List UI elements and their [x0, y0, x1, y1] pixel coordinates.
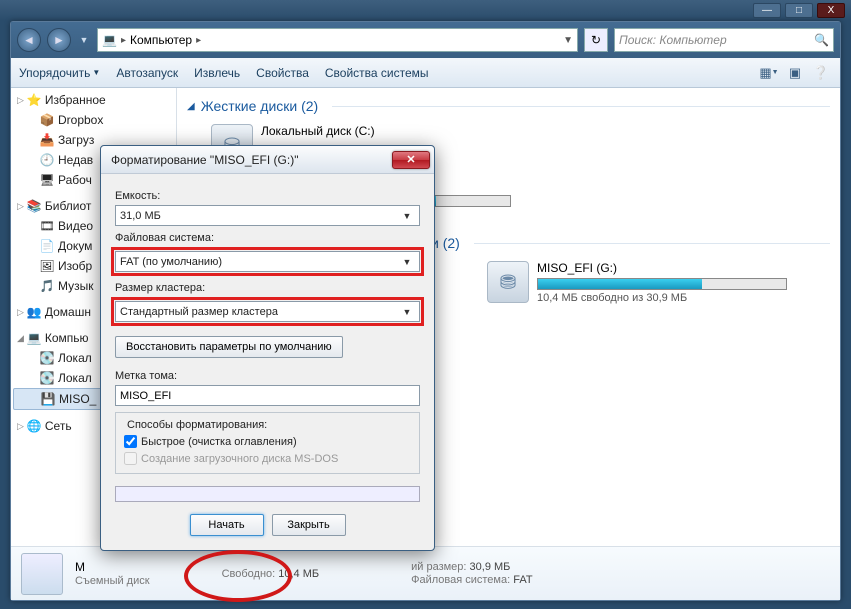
drive-icon: 💽 [39, 370, 55, 386]
refresh-button[interactable]: ↻ [584, 28, 608, 52]
computer-icon: 💻 [27, 331, 42, 345]
drive-icon: 💽 [39, 350, 55, 366]
restore-defaults-button[interactable]: Восстановить параметры по умолчанию [115, 336, 343, 358]
quick-format-checkbox[interactable]: Быстрое (очистка оглавления) [124, 435, 411, 448]
dialog-titlebar[interactable]: Форматирование "MISO_EFI (G:)" ✕ [101, 146, 434, 174]
filesystem-highlight: FAT (по умолчанию)▼ [111, 247, 424, 276]
star-icon: ⭐ [27, 93, 42, 107]
back-button[interactable]: ◄ [17, 28, 41, 52]
filesystem-select[interactable]: FAT (по умолчанию)▼ [115, 251, 420, 272]
help-button[interactable]: ❔ [810, 62, 832, 84]
desktop-icon: 🖥 [39, 172, 55, 188]
format-options-legend: Способы форматирования: [124, 419, 270, 431]
close-dialog-button[interactable]: Закрыть [272, 514, 346, 536]
search-placeholder: Поиск: Компьютер [619, 33, 727, 47]
details-size-value: 30,9 МБ [470, 561, 511, 573]
forward-button[interactable]: ► [47, 28, 71, 52]
format-options-group: Способы форматирования: Быстрое (очистка… [115, 412, 420, 474]
drive-g[interactable]: ⛃ MISO_EFI (G:) 10,4 МБ свободно из 30,9… [487, 261, 787, 304]
preview-pane-button[interactable]: ▣ [784, 62, 806, 84]
details-size-label: ий размер: [411, 561, 466, 573]
autoplay-button[interactable]: Автозапуск [116, 66, 178, 80]
start-button[interactable]: Начать [190, 514, 264, 536]
library-icon: 📚 [27, 199, 42, 213]
picture-icon: 🖼 [39, 258, 55, 274]
chevron-down-icon: ▼ [399, 257, 415, 267]
section-removable[interactable]: и (2) [431, 231, 830, 255]
drive-g-free: 10,4 МБ свободно из 30,9 МБ [537, 292, 787, 304]
drive-g-usage-bar [537, 278, 787, 290]
search-input[interactable]: Поиск: Компьютер 🔍 [614, 28, 834, 52]
capacity-label: Емкость: [115, 190, 420, 202]
breadcrumb-dropdown[interactable]: ▼ [563, 35, 573, 46]
downloads-icon: 📥 [39, 132, 55, 148]
format-progress-bar [115, 486, 420, 502]
computer-icon: 💻 [102, 33, 117, 47]
search-icon: 🔍 [814, 33, 829, 47]
history-dropdown[interactable]: ▼ [77, 30, 91, 50]
breadcrumb[interactable]: 💻 ▸ Компьютер ▸ ▼ [97, 28, 578, 52]
filesystem-label: Файловая система: [115, 232, 420, 244]
recent-icon: 🕘 [39, 152, 55, 168]
dialog-title-text: Форматирование "MISO_EFI (G:)" [111, 153, 298, 167]
sidebar-item-dropbox[interactable]: 📦Dropbox [11, 110, 176, 130]
close-button[interactable]: X [817, 3, 845, 18]
address-bar: ◄ ► ▼ 💻 ▸ Компьютер ▸ ▼ ↻ Поиск: Компьют… [11, 22, 840, 58]
eject-button[interactable]: Извлечь [194, 66, 240, 80]
chevron-down-icon: ▼ [399, 211, 415, 221]
details-free-value: 10,4 МБ [278, 568, 319, 580]
system-properties-button[interactable]: Свойства системы [325, 66, 429, 80]
removable-icon: ⛃ [487, 261, 529, 303]
removable-icon: 💾 [40, 391, 56, 407]
maximize-button[interactable]: □ [785, 3, 813, 18]
details-name: M [75, 560, 150, 574]
document-icon: 📄 [39, 238, 55, 254]
details-pane: M Съемный диск Свободно: 10,4 МБ ий разм… [11, 546, 840, 600]
video-icon: 🎞 [39, 218, 55, 234]
capacity-select[interactable]: 31,0 МБ▼ [115, 205, 420, 226]
cluster-select[interactable]: Стандартный размер кластера▼ [115, 301, 420, 322]
volume-label-label: Метка тома: [115, 370, 420, 382]
dropbox-icon: 📦 [39, 112, 55, 128]
outer-titlebar: — □ X [0, 0, 851, 21]
drive-g-label: MISO_EFI (G:) [537, 261, 787, 275]
msdos-boot-checkbox: Создание загрузочного диска MS-DOS [124, 452, 411, 465]
details-fs-label: Файловая система: [411, 574, 510, 586]
format-dialog: Форматирование "MISO_EFI (G:)" ✕ Емкость… [100, 145, 435, 551]
section-hard-drives[interactable]: ◢Жесткие диски (2) [187, 94, 830, 118]
dialog-close-button[interactable]: ✕ [392, 151, 430, 169]
minimize-button[interactable]: — [753, 3, 781, 18]
volume-label-input[interactable] [115, 385, 420, 406]
network-icon: 🌐 [27, 419, 42, 433]
view-menu[interactable]: ▦▼ [758, 62, 780, 84]
details-type: Съемный диск [75, 575, 150, 587]
properties-button[interactable]: Свойства [256, 66, 309, 80]
command-toolbar: Упорядочить▼ Автозапуск Извлечь Свойства… [11, 58, 840, 88]
music-icon: 🎵 [39, 278, 55, 294]
details-free-label: Свободно: [222, 568, 276, 580]
homegroup-icon: 👥 [27, 305, 42, 319]
cluster-highlight: Стандартный размер кластера▼ [111, 297, 424, 326]
cluster-label: Размер кластера: [115, 282, 420, 294]
sidebar-favorites-header[interactable]: ▷⭐Избранное [11, 90, 176, 110]
breadcrumb-computer[interactable]: Компьютер [130, 33, 192, 47]
details-drive-icon [21, 553, 63, 595]
drive-c-label: Локальный диск (C:) [261, 124, 511, 138]
chevron-down-icon: ▼ [399, 307, 415, 317]
organize-menu[interactable]: Упорядочить▼ [19, 66, 100, 80]
details-fs-value: FAT [513, 574, 532, 586]
